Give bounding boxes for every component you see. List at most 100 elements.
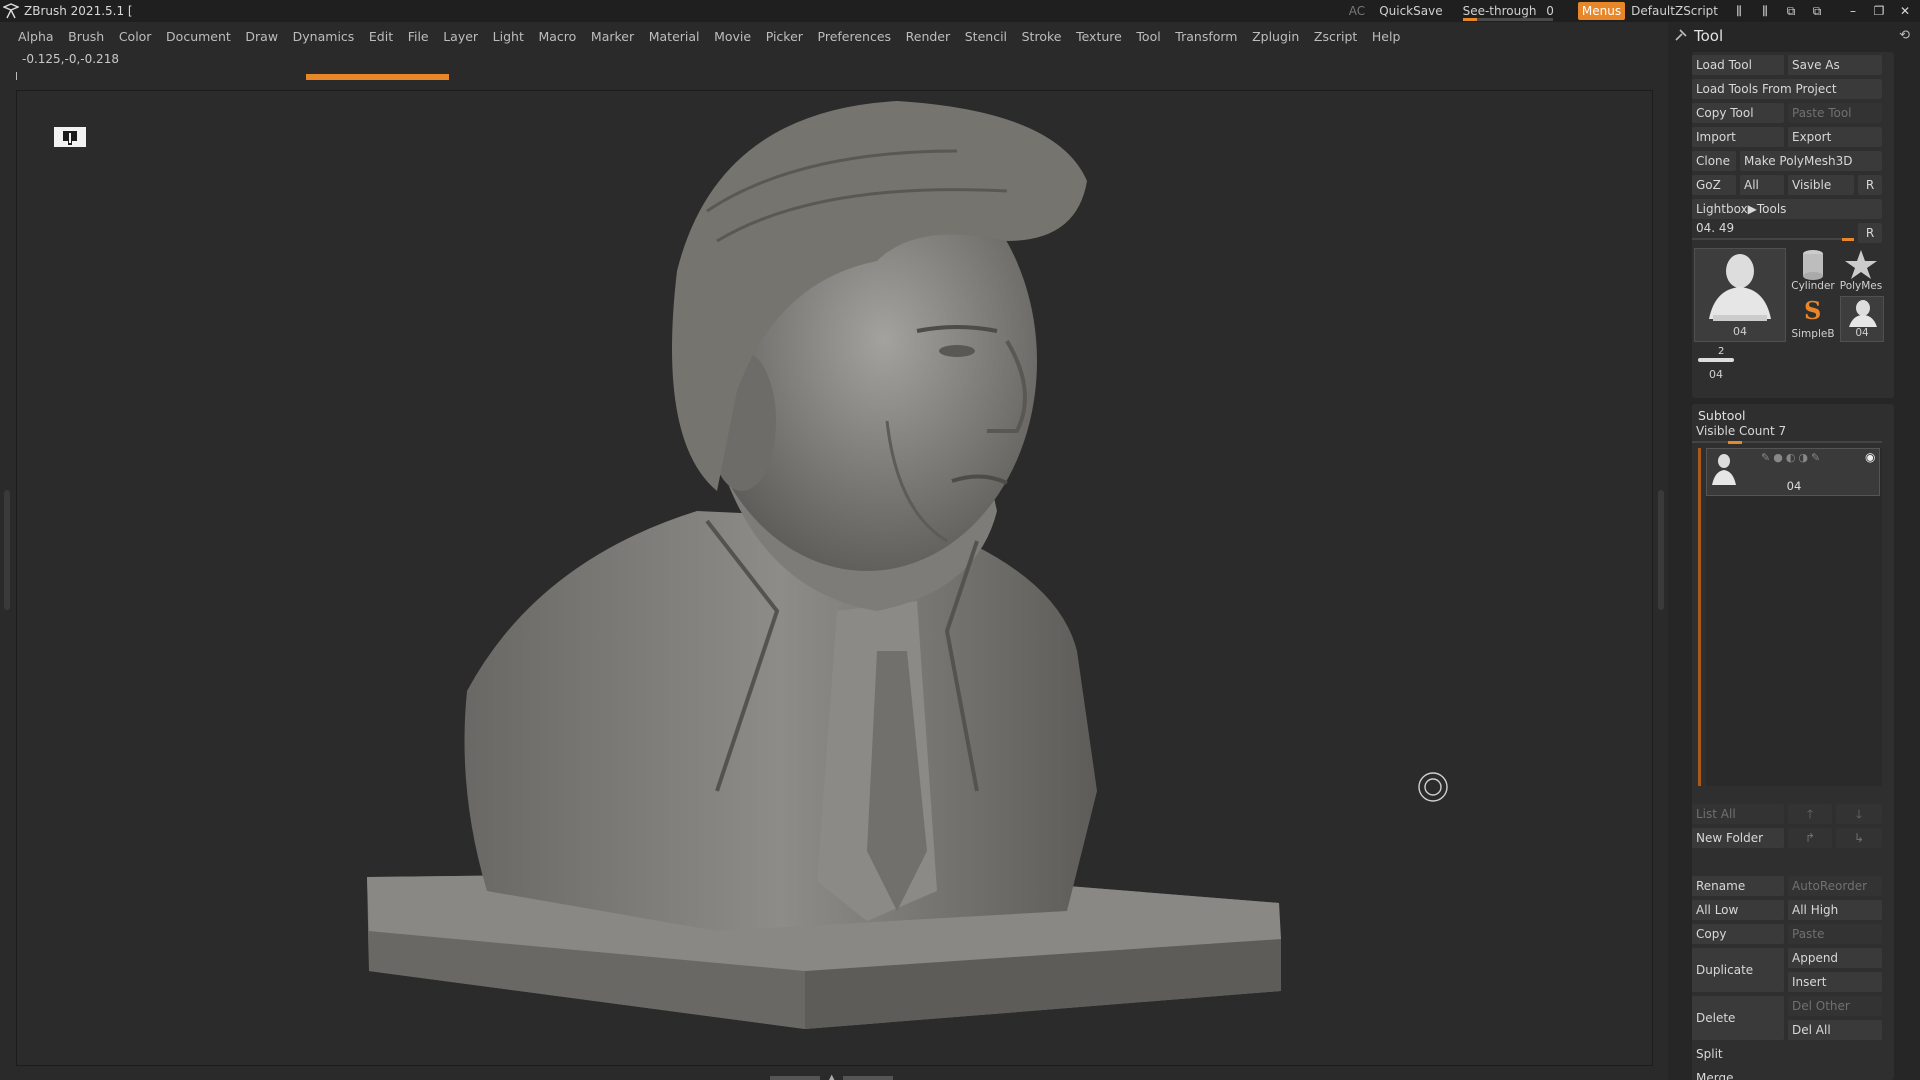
menu-render[interactable]: Render	[906, 29, 951, 44]
lightbox-tools-button[interactable]: Lightbox▶Tools	[1692, 199, 1882, 219]
goz-visible-button[interactable]: Visible	[1788, 175, 1854, 195]
tool-thumb-bottom[interactable]: 2 04	[1694, 346, 1738, 390]
menu-movie[interactable]: Movie	[714, 29, 751, 44]
bust-model[interactable]	[17, 91, 1653, 1066]
make-polymesh-button[interactable]: Make PolyMesh3D	[1740, 151, 1882, 171]
menu-color[interactable]: Color	[119, 29, 152, 44]
tool-thumb-polymesh[interactable]: PolyMes	[1838, 248, 1884, 294]
menu-transform[interactable]: Transform	[1175, 29, 1237, 44]
menu-marker[interactable]: Marker	[591, 29, 634, 44]
close-icon[interactable]: ✕	[1894, 0, 1916, 22]
restore-icon[interactable]: ❐	[1868, 0, 1890, 22]
tool-thumb-cylinder[interactable]: Cylinder	[1790, 248, 1836, 294]
subtool-visibility-icons: ✎●◐◑✎	[1761, 451, 1824, 464]
split-menu[interactable]: Split	[1692, 1044, 1882, 1064]
menu-edit[interactable]: Edit	[369, 29, 393, 44]
clone-button[interactable]: Clone	[1692, 151, 1736, 171]
tool-thumb-simplebrush[interactable]: S SimpleB	[1790, 296, 1836, 342]
import-button[interactable]: Import	[1692, 127, 1784, 147]
zbrush-logo-icon	[2, 2, 20, 20]
refresh-icon[interactable]: ⟲	[1899, 28, 1910, 43]
del-all-button[interactable]: Del All	[1788, 1020, 1882, 1040]
paste-tool-button[interactable]: Paste Tool	[1788, 103, 1882, 123]
tool-panel: Tool ⟲ Load Tool Save As Load Tools From…	[1668, 22, 1920, 1080]
goz-all-button[interactable]: All	[1740, 175, 1784, 195]
visible-count-slider[interactable]: Visible Count 7	[1692, 424, 1882, 444]
menu-document[interactable]: Document	[166, 29, 231, 44]
quicksave-button[interactable]: QuickSave	[1379, 4, 1442, 18]
duplicate-button[interactable]: Duplicate	[1692, 948, 1784, 992]
menu-stroke[interactable]: Stroke	[1022, 29, 1062, 44]
menu-zscript[interactable]: Zscript	[1314, 29, 1357, 44]
menu-alpha[interactable]: Alpha	[18, 29, 54, 44]
layout-2-icon[interactable]: ⫼	[1754, 0, 1776, 22]
menu-tool[interactable]: Tool	[1136, 29, 1160, 44]
bottom-tray-handle[interactable]: ▲	[770, 1070, 900, 1080]
subtool-title[interactable]: Subtool	[1698, 408, 1745, 423]
copy-subtool-button[interactable]: Copy	[1692, 924, 1784, 944]
new-folder-button[interactable]: New Folder	[1692, 828, 1784, 848]
tool-thumb-small[interactable]: 04	[1840, 296, 1884, 342]
menu-zplugin[interactable]: Zplugin	[1252, 29, 1299, 44]
rename-button[interactable]: Rename	[1692, 876, 1784, 896]
all-high-button[interactable]: All High	[1788, 900, 1882, 920]
list-all-button[interactable]: List All	[1692, 804, 1784, 824]
menu-stencil[interactable]: Stencil	[965, 29, 1007, 44]
layout-4-icon[interactable]: ⧉	[1806, 0, 1828, 22]
layout-1-icon[interactable]: ⫼	[1728, 0, 1750, 22]
left-tray-handle[interactable]	[4, 490, 10, 610]
tool-slider-r-button[interactable]: R	[1858, 223, 1882, 243]
default-zscript-button[interactable]: DefaultZScript	[1631, 4, 1718, 18]
menu-draw[interactable]: Draw	[245, 29, 278, 44]
arrow-down-icon[interactable]: 🡓	[1836, 804, 1882, 824]
canvas-viewport[interactable]	[16, 90, 1653, 1066]
tool-thumb-main[interactable]: 04	[1694, 248, 1786, 342]
load-from-project-button[interactable]: Load Tools From Project	[1692, 79, 1882, 99]
menu-preferences[interactable]: Preferences	[818, 29, 892, 44]
layout-3-icon[interactable]: ⧉	[1780, 0, 1802, 22]
delete-button[interactable]: Delete	[1692, 996, 1784, 1040]
append-button[interactable]: Append	[1788, 948, 1882, 968]
right-tray-handle[interactable]	[1658, 490, 1664, 610]
eye-icon[interactable]: ◉	[1865, 450, 1875, 464]
arrow-up-icon[interactable]: 🡑	[1788, 804, 1832, 824]
menu-dynamics[interactable]: Dynamics	[293, 29, 355, 44]
paste-subtool-button[interactable]: Paste	[1788, 924, 1882, 944]
visible-count-fill	[1728, 441, 1742, 444]
pin-icon[interactable]	[1674, 28, 1688, 45]
menus-button[interactable]: Menus	[1577, 2, 1626, 20]
menu-macro[interactable]: Macro	[538, 29, 576, 44]
ac-toggle[interactable]: AC	[1349, 4, 1365, 18]
progress-segment	[306, 74, 449, 80]
tool-slider[interactable]: 04. 49	[1692, 221, 1854, 241]
save-as-button[interactable]: Save As	[1788, 55, 1882, 75]
minimize-icon[interactable]: –	[1842, 0, 1864, 22]
seethrough-label: See-through	[1462, 4, 1537, 18]
menu-help[interactable]: Help	[1372, 29, 1401, 44]
menu-picker[interactable]: Picker	[766, 29, 803, 44]
move-down-folder-icon[interactable]: ↳	[1836, 828, 1882, 848]
polymesh-label: PolyMes	[1839, 280, 1883, 292]
menu-light[interactable]: Light	[493, 29, 524, 44]
menu-material[interactable]: Material	[649, 29, 700, 44]
copy-tool-button[interactable]: Copy Tool	[1692, 103, 1784, 123]
menu-file[interactable]: File	[408, 29, 429, 44]
merge-menu[interactable]: Merge	[1692, 1068, 1882, 1080]
move-up-folder-icon[interactable]: ↱	[1788, 828, 1832, 848]
tool-panel-title: Tool	[1694, 27, 1724, 45]
load-tool-button[interactable]: Load Tool	[1692, 55, 1784, 75]
goz-button[interactable]: GoZ	[1692, 175, 1736, 195]
menu-layer[interactable]: Layer	[443, 29, 478, 44]
all-low-button[interactable]: All Low	[1692, 900, 1784, 920]
insert-button[interactable]: Insert	[1788, 972, 1882, 992]
seethrough-slider[interactable]: See-through 0	[1457, 4, 1560, 21]
menu-texture[interactable]: Texture	[1076, 29, 1122, 44]
del-other-button[interactable]: Del Other	[1788, 996, 1882, 1016]
export-button[interactable]: Export	[1788, 127, 1882, 147]
subtool-item[interactable]: ✎●◐◑✎ ◉ 04	[1706, 448, 1880, 496]
goz-r-button[interactable]: R	[1858, 175, 1882, 195]
subtool-scrollbar[interactable]	[1698, 448, 1701, 786]
cylinder-label: Cylinder	[1791, 280, 1835, 292]
autoreorder-button[interactable]: AutoReorder	[1788, 876, 1882, 896]
menu-brush[interactable]: Brush	[68, 29, 104, 44]
